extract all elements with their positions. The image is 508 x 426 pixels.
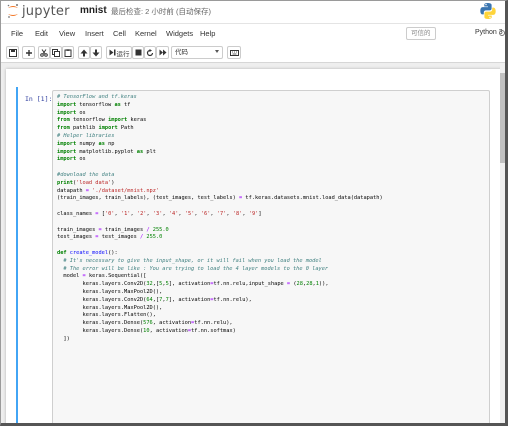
menu-cell[interactable]: Cell [113,29,126,38]
kernel-status-icon [499,30,505,36]
code-line: keras.layers.Dense(576, activation=tf.nn… [82,320,233,327]
toolbar: 运行 代码 [1,43,505,63]
code-line: import os [57,156,86,163]
copy-button[interactable] [50,46,62,59]
code-line: keras.layers.Conv2D(64,[7,7], activation… [82,296,252,303]
cut-button[interactable] [38,46,50,59]
menu-widgets[interactable]: Widgets [166,29,193,38]
paste-button[interactable] [62,46,74,59]
jupyter-logo[interactable]: jupyter [6,3,70,19]
menubar: File Edit View Insert Cell Kernel Widget… [1,23,505,43]
code-line: keras.layers.Flatten(), [82,312,156,319]
jupyter-window: jupyter mnist 最后检查: 2 小时前 (自动保存) File Ed… [0,0,508,426]
stop-button[interactable] [132,46,144,59]
code-line: import tensorflow as tf [57,101,131,108]
checkpoint-status: 最后检查: 2 小时前 (自动保存) [111,7,212,16]
chevron-down-icon [215,50,219,53]
move-up-button[interactable] [78,46,90,59]
header: jupyter mnist 最后检查: 2 小时前 (自动保存) [1,1,505,23]
code-line: keras.layers.Conv2D(32,[5,5], activation… [82,281,329,288]
code-line: import numpy as np [57,140,115,147]
code-line: keras.layers.MaxPool2D(), [82,304,163,311]
code-line: ]) [63,335,70,342]
code-line: test_images = test_images / 255.0 [57,234,163,241]
code-line: keras.layers.Dense(10, activation=tf.nn.… [82,327,236,334]
run-button[interactable]: 运行 [106,46,132,59]
python-logo-icon [479,2,497,20]
move-down-icon [92,49,100,56]
menu-edit[interactable]: Edit [35,29,48,38]
save-button[interactable] [6,46,19,59]
input-prompt: In [1]: [25,95,53,103]
keyboard-icon [229,49,239,56]
code-line: # Helper libraries [57,132,115,139]
code-cell[interactable]: In [1]: # TensorFlow and tf.keras import … [16,87,496,423]
move-down-button[interactable] [90,46,102,59]
menu-insert[interactable]: Insert [85,29,104,38]
trusted-indicator[interactable]: 可信的 [406,27,436,40]
menu-help[interactable]: Help [200,29,215,38]
code-line: datapath = './dataset/mnist.npz' [57,187,160,194]
code-line: def create_model(): [57,249,118,256]
code-line: # The error will be like : You are tryin… [63,265,329,272]
stop-icon [135,49,141,56]
restart-icon [146,48,154,56]
paste-icon [64,48,72,57]
code-line: print('load data') [57,179,115,186]
copy-icon [52,48,60,57]
cell-type-value: 代码 [175,49,188,56]
menu-kernel[interactable]: Kernel [135,29,157,38]
add-cell-button[interactable] [22,46,35,59]
fast-forward-icon [159,49,166,56]
restart-button[interactable] [144,46,156,59]
code-line: # It's necessary to give the input_shape… [63,257,322,264]
code-line: from pathlib import Path [57,125,134,132]
code-line: class_names = ['0', '1', '2', '3', '4', … [57,210,262,217]
code-line: (train_images, train_labels), (test_imag… [57,195,383,202]
code-editor[interactable]: # TensorFlow and tf.keras import tensorfl… [52,90,490,423]
vertical-scrollbar[interactable] [500,63,505,423]
code-line: model = keras.Sequential([ [63,273,147,280]
code-content[interactable]: # TensorFlow and tf.keras import tensorfl… [57,94,383,344]
menu-view[interactable]: View [59,29,75,38]
code-line: from tensorflow import keras [57,117,147,124]
notebook-name[interactable]: mnist [80,5,107,16]
restart-run-all-button[interactable] [156,46,169,59]
notebook-container: In [1]: # TensorFlow and tf.keras import … [6,69,502,423]
run-label: 运行 [116,50,130,58]
menu-file[interactable]: File [11,29,23,38]
scrollbar-thumb[interactable] [500,73,505,163]
cut-icon [40,48,48,57]
code-line: # TensorFlow and tf.keras [57,94,137,100]
command-palette-button[interactable] [227,46,241,59]
jupyter-logo-icon [6,3,20,19]
code-line: train_images = train_images / 255.0 [57,226,169,233]
code-line: #download the data [57,171,115,178]
run-icon [109,49,115,56]
code-line: import os [57,109,86,116]
code-line: keras.layers.MaxPool2D(), [82,288,163,295]
logo-text: jupyter [22,3,70,19]
save-icon [8,48,17,57]
cell-type-select[interactable]: 代码 [171,46,223,59]
move-up-icon [80,49,88,56]
add-cell-icon [25,49,32,56]
code-line: import matplotlib.pyplot as plt [57,148,156,155]
